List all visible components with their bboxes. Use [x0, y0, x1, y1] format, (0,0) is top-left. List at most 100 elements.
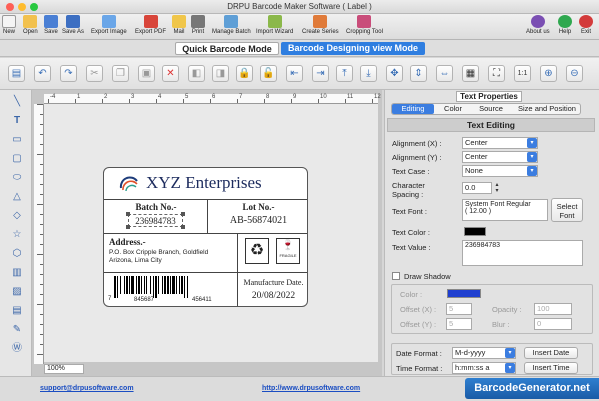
tab-size-position[interactable]: Size and Position [512, 104, 582, 114]
diamond-tool-icon[interactable]: ◇ [10, 208, 24, 222]
alignment-x-select[interactable]: Center ▾ [462, 137, 538, 149]
lot-value[interactable]: AB-56874021 [208, 215, 307, 226]
new-button[interactable]: New [2, 15, 16, 35]
center-vertical-icon[interactable]: ⇕ [410, 65, 427, 82]
center-horizontal-icon[interactable]: ⇔ [436, 65, 453, 82]
offset-y-input[interactable]: 5 [446, 318, 472, 330]
tab-color[interactable]: Color [438, 104, 468, 114]
designing-view-mode-button[interactable]: Barcode Designing view Mode [281, 42, 425, 55]
print-button[interactable]: Print [191, 15, 205, 35]
bring-front-icon[interactable]: ◧ [188, 65, 205, 82]
barcode-bars[interactable] [114, 276, 226, 298]
ellipse-tool-icon[interactable]: ⬭ [10, 170, 24, 184]
fit-icon[interactable]: ⛶ [488, 65, 505, 82]
mail-button[interactable]: Mail [172, 15, 186, 35]
save-as-button[interactable]: Save As [62, 15, 84, 35]
fragile-icon[interactable]: 🍷 FRAGILE [276, 238, 300, 264]
address-title[interactable]: Address.- [109, 237, 146, 247]
export-pdf-button[interactable]: Export PDF [135, 15, 166, 35]
address-line-1[interactable]: P.O. Box Cripple Branch, Goldfield [109, 249, 208, 256]
zoom-select[interactable]: 100% [44, 364, 84, 374]
date-format-select[interactable]: M-d-yyyy ▾ [452, 347, 516, 359]
recycle-icon[interactable]: ♻ [245, 238, 269, 264]
zoom-in-icon[interactable]: ⊕ [540, 65, 557, 82]
lot-title[interactable]: Lot No.- [208, 202, 307, 212]
manage-batch-button[interactable]: Manage Batch [212, 15, 251, 35]
text-case-select[interactable]: None ▾ [462, 165, 538, 177]
resize-handle[interactable] [126, 225, 130, 229]
insert-time-button[interactable]: Insert Time [524, 362, 578, 374]
library-tool-icon[interactable]: ▤ [10, 303, 24, 317]
lock-icon[interactable]: 🔒 [236, 65, 253, 82]
resize-handle[interactable] [181, 212, 185, 216]
barcode-tool-icon[interactable]: ▥ [10, 265, 24, 279]
star-tool-icon[interactable]: ☆ [10, 227, 24, 241]
alignment-y-select[interactable]: Center ▾ [462, 151, 538, 163]
stepper-icon[interactable]: ▴ ▾ [493, 182, 501, 194]
polygon-tool-icon[interactable]: ⬡ [10, 246, 24, 260]
align-top-icon[interactable]: ⤒ [336, 65, 353, 82]
draw-shadow-checkbox[interactable] [392, 272, 400, 280]
rounded-rect-tool-icon[interactable]: ▢ [10, 151, 24, 165]
delete-icon[interactable]: ✕ [162, 65, 179, 82]
opacity-input[interactable]: 100 [534, 303, 572, 315]
text-tool-icon[interactable]: T [10, 113, 24, 127]
text-color-swatch[interactable] [464, 227, 486, 236]
image-tool-icon[interactable]: ▨ [10, 284, 24, 298]
company-name[interactable]: XYZ Enterprises [146, 173, 262, 193]
resize-handle[interactable] [181, 225, 185, 229]
insert-date-button[interactable]: Insert Date [524, 347, 578, 359]
redo-icon[interactable]: ↷ [60, 65, 77, 82]
unlock-icon[interactable]: 🔓 [260, 65, 277, 82]
quick-barcode-mode-button[interactable]: Quick Barcode Mode [175, 42, 279, 55]
copy-icon[interactable]: ❐ [112, 65, 129, 82]
about-us-button[interactable]: About us [526, 15, 550, 35]
select-font-button[interactable]: Select Font [551, 198, 583, 222]
properties-icon[interactable]: ▤ [8, 65, 25, 82]
date-format-label: Date Format : [396, 349, 442, 358]
barcode-label[interactable]: XYZ Enterprises Batch No.- 236984783 Lot… [103, 167, 308, 307]
shadow-color-swatch[interactable] [447, 289, 481, 298]
rectangle-tool-icon[interactable]: ▭ [10, 132, 24, 146]
signature-tool-icon[interactable]: ✎ [10, 322, 24, 336]
triangle-tool-icon[interactable]: △ [10, 189, 24, 203]
create-series-button[interactable]: Create Series [302, 15, 339, 35]
export-image-button[interactable]: Export Image [91, 15, 127, 35]
exit-button[interactable]: Exit [579, 15, 593, 35]
cropping-tool-button[interactable]: Cropping Tool [346, 15, 383, 35]
paste-icon[interactable]: ▣ [138, 65, 155, 82]
offset-x-input[interactable]: 5 [446, 303, 472, 315]
mfg-value[interactable]: 20/08/2022 [238, 291, 307, 301]
website-link[interactable]: http://www.drpusoftware.com [262, 385, 360, 392]
support-email-link[interactable]: support@drpusoftware.com [40, 385, 134, 392]
align-right-icon[interactable]: ⇥ [312, 65, 329, 82]
address-line-2[interactable]: Arizona, Lima City [109, 257, 162, 264]
align-left-icon[interactable]: ⇤ [286, 65, 303, 82]
watermark-tool-icon[interactable]: Ⓦ [10, 341, 24, 355]
center-icon[interactable]: ✥ [386, 65, 403, 82]
tab-editing[interactable]: Editing [392, 104, 434, 114]
batch-value[interactable]: 236984783 [128, 214, 183, 227]
char-spacing-input[interactable]: 0.0 [462, 182, 492, 194]
import-wizard-button[interactable]: Import Wizard [256, 15, 293, 35]
open-button[interactable]: Open [23, 15, 38, 35]
ruler-tick [37, 354, 43, 355]
batch-title[interactable]: Batch No.- [104, 202, 208, 212]
tab-source[interactable]: Source [474, 104, 508, 114]
help-button[interactable]: Help [558, 15, 572, 35]
save-button[interactable]: Save [44, 15, 58, 35]
blur-input[interactable]: 0 [534, 318, 572, 330]
resize-handle[interactable] [126, 212, 130, 216]
zoom-out-icon[interactable]: ⊖ [566, 65, 583, 82]
mfg-title[interactable]: Manufacture Date. [238, 278, 307, 287]
time-format-select[interactable]: h:mm:ss a ▾ [452, 362, 516, 374]
undo-icon[interactable]: ↶ [34, 65, 51, 82]
cut-icon[interactable]: ✂ [86, 65, 103, 82]
line-tool-icon[interactable]: ╲ [10, 94, 24, 108]
send-back-icon[interactable]: ◨ [212, 65, 229, 82]
text-value-textarea[interactable]: 236984783 [462, 240, 583, 266]
mail-icon [172, 15, 186, 28]
align-bottom-icon[interactable]: ⤓ [360, 65, 377, 82]
grid-icon[interactable]: ▦ [462, 65, 479, 82]
actual-size-icon[interactable]: 1:1 [514, 65, 531, 82]
